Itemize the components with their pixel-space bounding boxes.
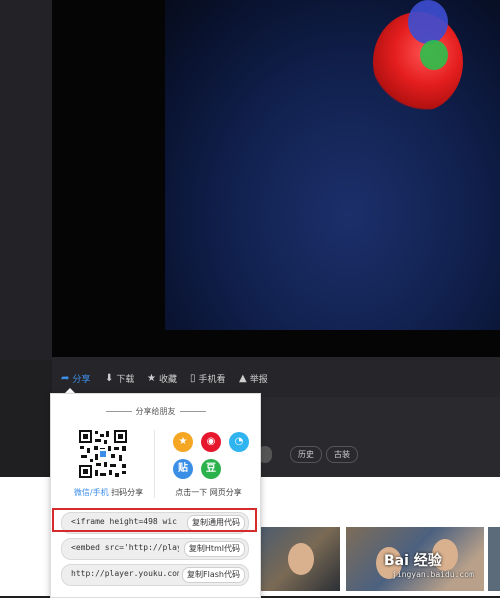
copy-html-code-button[interactable]: 复制Html代码 (183, 541, 245, 557)
qr-caption: 微信/手机 扫码分享 (73, 488, 144, 497)
share-icon: ➦ (61, 373, 70, 384)
report-button[interactable]: ▲ 举报 (239, 372, 268, 385)
download-icon: ⬇ (105, 373, 114, 384)
related-thumbnail[interactable] (488, 527, 500, 591)
related-thumbnail[interactable] (260, 527, 340, 591)
flash-code-field[interactable]: http://player.youku.com (71, 569, 179, 578)
tag-costume[interactable]: 古装 (326, 446, 358, 463)
popup-divider (154, 430, 155, 498)
weibo-icon[interactable]: ◉ (201, 432, 221, 452)
tag-history[interactable]: 历史 (290, 446, 322, 463)
embed-code-row: <embed src='http://play 复制Html代码 (61, 538, 249, 560)
thumbnail-figure (288, 543, 314, 575)
phone-icon: ▯ (190, 373, 196, 384)
mobile-watch-button[interactable]: ▯ 手机看 (190, 372, 226, 385)
qr-code (78, 429, 128, 479)
download-button[interactable]: ⬇ 下载 (105, 372, 134, 385)
highlight-box (52, 508, 257, 532)
web-share-caption: 点击一下 网页分享 (175, 488, 242, 497)
tieba-icon[interactable]: 贴 (173, 459, 193, 479)
video-graphic-green (420, 40, 448, 70)
share-popup-title: 分享给朋友 (51, 406, 260, 417)
baidu-watermark-url: jingyan.baidu.com (392, 570, 474, 579)
share-button[interactable]: ➦ 分享 (61, 372, 90, 385)
star-icon: ★ (147, 373, 156, 384)
qq-icon[interactable]: ◔ (229, 432, 249, 452)
qzone-icon[interactable]: ★ (173, 432, 193, 452)
left-sidebar (0, 0, 52, 360)
share-popup: 分享给朋友 微信/手机 扫码分享 ★ ◉ ◔ 贴 豆 点击一下 网页分享 <if… (50, 393, 261, 598)
warning-icon: ▲ (239, 373, 247, 384)
embed-code-row: http://player.youku.com 复制Flash代码 (61, 564, 249, 586)
favorite-button[interactable]: ★ 收藏 (147, 372, 177, 385)
html-code-field[interactable]: <embed src='http://play (71, 543, 179, 552)
copy-flash-code-button[interactable]: 复制Flash代码 (182, 567, 245, 583)
baidu-watermark: Bai 经验 (384, 553, 442, 569)
video-graphic-blue (408, 0, 448, 44)
douban-icon[interactable]: 豆 (201, 459, 221, 479)
